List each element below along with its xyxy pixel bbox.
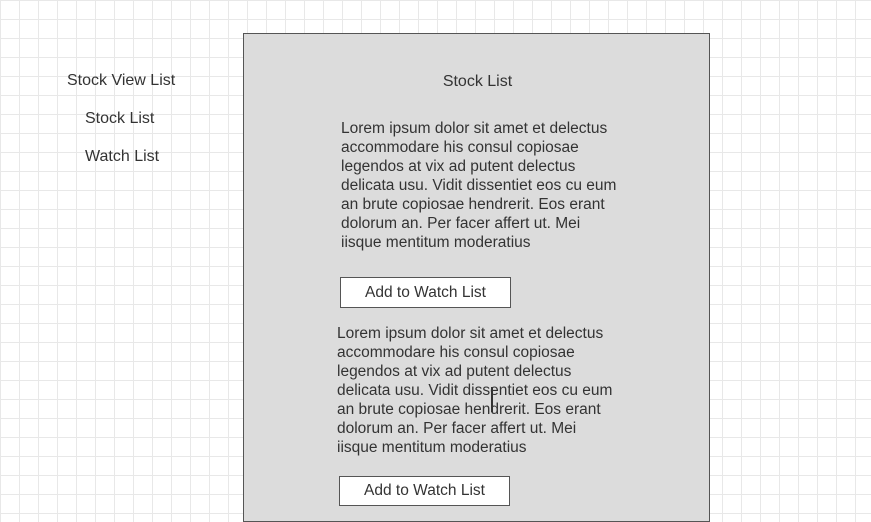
page-title: Stock List xyxy=(442,73,513,90)
sidebar-item-stock-list[interactable]: Stock List xyxy=(85,109,154,128)
add-to-watch-list-button[interactable]: Add to Watch List xyxy=(339,476,510,506)
text-cursor-icon xyxy=(491,387,493,412)
sidebar-title: Stock View List xyxy=(67,72,176,89)
stock-item-description: Lorem ipsum dolor sit amet et delectus a… xyxy=(341,120,617,251)
add-to-watch-list-button[interactable]: Add to Watch List xyxy=(340,277,511,308)
stock-list-panel: Stock List Lorem ipsum dolor sit amet et… xyxy=(243,33,710,522)
sidebar-item-watch-list[interactable]: Watch List xyxy=(85,147,159,166)
stock-item-description: Lorem ipsum dolor sit amet et delectus a… xyxy=(337,325,613,456)
